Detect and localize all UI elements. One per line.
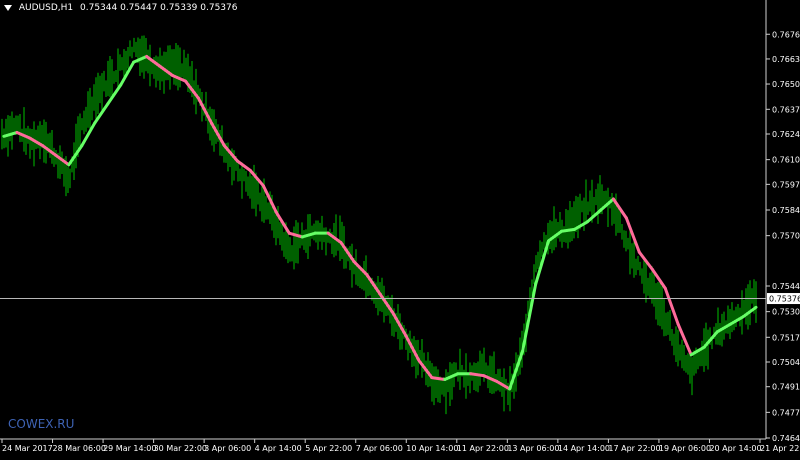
x-tick-label: 30 Mar 22:00: [154, 444, 207, 453]
y-tick-label: 0.76637: [772, 55, 800, 64]
x-tick-label: 5 Apr 22:00: [305, 444, 352, 453]
y-tick-label: 0.75042: [772, 358, 800, 367]
y-tick-label: 0.75707: [772, 232, 800, 241]
x-tick-label: 19 Apr 06:00: [659, 444, 711, 453]
y-tick-label: 0.75977: [772, 180, 800, 189]
x-tick-label: 28 Mar 06:00: [53, 444, 106, 453]
watermark: COWEX.RU: [8, 417, 75, 431]
chart-canvas[interactable]: 0.76767 0.76637 0.76505 0.76372 0.76242 0.761…: [0, 0, 800, 456]
x-tick-label: 20 Apr 14:00: [709, 444, 761, 453]
y-tick-label: 0.74912: [772, 383, 800, 392]
ma-segment: [469, 372, 486, 378]
x-tick-label: 3 Apr 06:00: [204, 444, 251, 453]
x-tick-label: 24 Mar 2017: [2, 444, 53, 453]
y-tick-label: 0.75442: [772, 282, 800, 291]
x-tick-label: 14 Apr 14:00: [558, 444, 610, 453]
chart-header: AUDUSD,H1 0.75344 0.75447 0.75339 0.7537…: [4, 3, 237, 13]
x-tick-label: 11 Apr 22:00: [457, 444, 509, 453]
ohlc-values: 0.75344 0.75447 0.75339 0.75376: [80, 3, 238, 13]
y-tick-label: 0.74642: [772, 434, 800, 443]
x-tick-label: 29 Mar 14:00: [103, 444, 156, 453]
y-tick-label: 0.76242: [772, 130, 800, 139]
x-tick-label: 4 Apr 14:00: [255, 444, 302, 453]
y-tick-label: 0.74777: [772, 408, 800, 417]
y-tick-label: 0.76107: [772, 156, 800, 165]
y-tick-label: 0.75172: [772, 333, 800, 342]
current-price-label: 0.75376: [767, 293, 800, 305]
svg-text:0.75376: 0.75376: [769, 295, 800, 304]
x-tick-label: 7 Apr 06:00: [356, 444, 403, 453]
x-tick-label: 21 Apr 22:00: [760, 444, 800, 453]
symbol-label: AUDUSD,H1: [18, 3, 74, 13]
y-tick-label: 0.76372: [772, 105, 800, 114]
price-chart[interactable]: 0.76767 0.76637 0.76505 0.76372 0.76242 0.761…: [0, 0, 800, 456]
y-tick-label: 0.75842: [772, 206, 800, 215]
ma-segment: [560, 227, 576, 233]
y-tick-label: 0.76505: [772, 80, 800, 89]
x-tick-label: 10 Apr 14:00: [406, 444, 458, 453]
y-tick-label: 0.75307: [772, 308, 800, 317]
dropdown-triangle-icon[interactable]: [4, 4, 12, 11]
x-tick-label: 13 Apr 06:00: [507, 444, 559, 453]
ma-segment: [430, 376, 447, 381]
x-tick-label: 17 Apr 22:00: [608, 444, 660, 453]
y-tick-label: 0.76767: [772, 30, 800, 39]
